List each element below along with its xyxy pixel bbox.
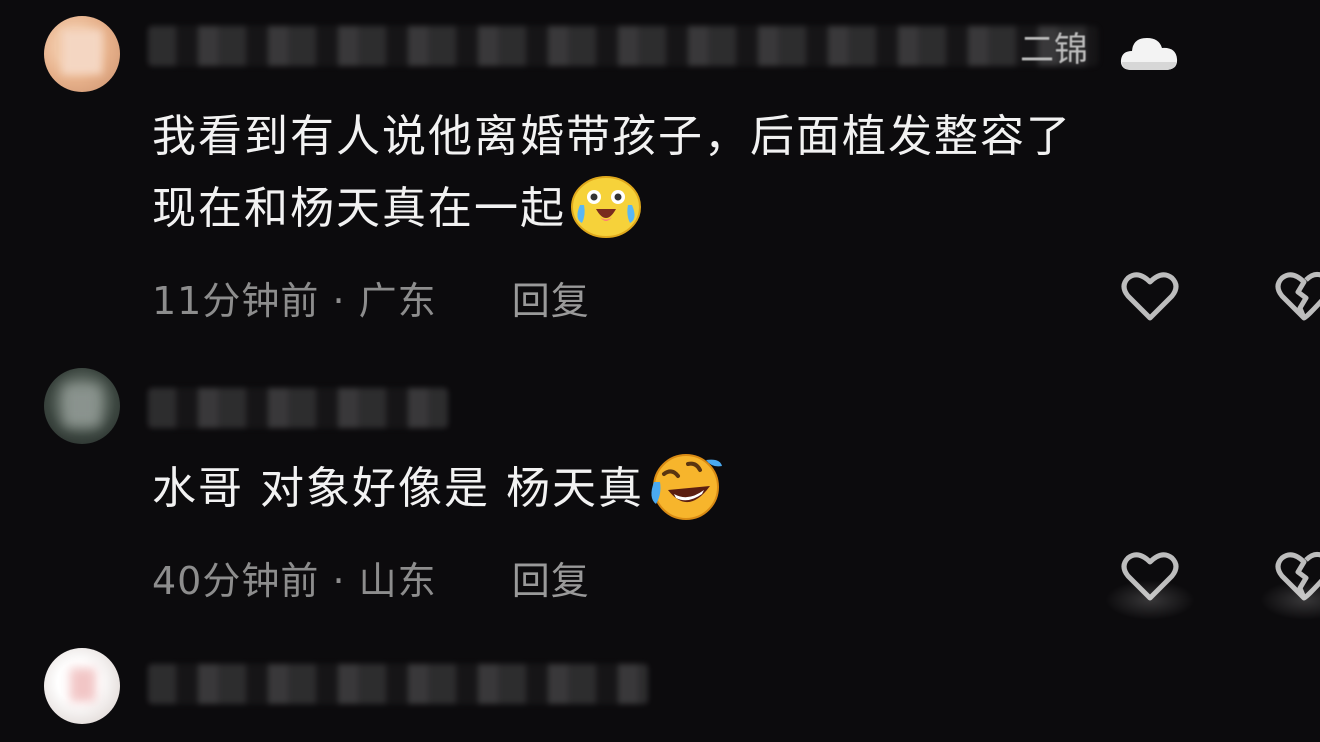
glow-decoration [1105,580,1195,620]
comment-meta: 11分钟前 · 广东 回复 [152,270,590,325]
glow-decoration [1260,580,1320,620]
reply-button[interactable]: 回复 [512,279,590,323]
comment-text-line: 水哥 对象好像是 杨天真 [152,452,724,526]
username-blurred[interactable] [148,26,1098,66]
heart-icon[interactable] [1120,268,1180,324]
laughing-crying-face-icon [571,176,641,238]
username-blurred[interactable] [148,664,648,704]
comment-text-line1: 我看到有人说他离婚带孩子，后面植发整容了 [152,111,1072,162]
username-suffix: 二锦 [1020,30,1088,70]
comment-text: 现在和杨天真在一起 [152,183,566,234]
comment-meta: 40分钟前 · 山东 回复 [152,550,590,605]
avatar[interactable] [44,368,120,444]
avatar[interactable] [44,648,120,724]
comment-text: 水哥 对象好像是 杨天真 [152,463,644,514]
broken-heart-icon[interactable] [1274,268,1320,324]
rolling-laughing-face-icon [651,454,722,520]
comment-location: 山东 [358,559,437,603]
meta-separator: · [332,559,346,603]
comment-time: 11分钟前 [152,279,320,323]
reply-button[interactable]: 回复 [512,559,590,603]
cloud-icon [1120,38,1178,70]
meta-separator: · [332,279,346,323]
comment-location: 广东 [358,279,437,323]
avatar[interactable] [44,16,120,92]
comment-time: 40分钟前 [152,559,320,603]
username-blurred[interactable] [148,388,448,428]
comment-text-line2: 现在和杨天真在一起 [152,172,642,246]
